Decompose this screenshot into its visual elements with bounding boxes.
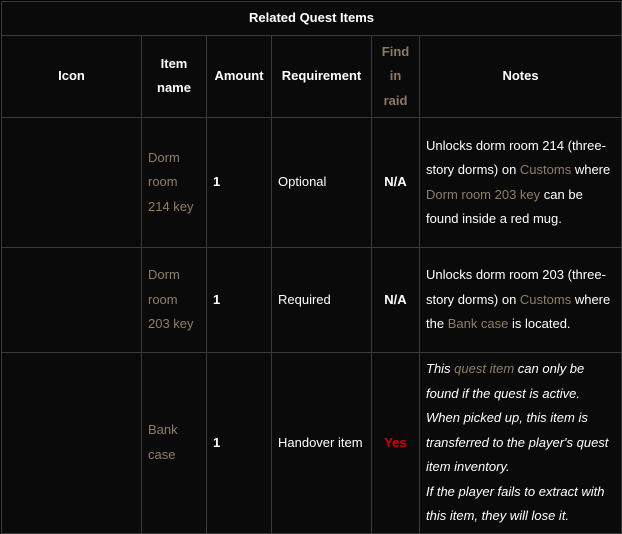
notes-text: This bbox=[426, 361, 455, 376]
requirement-cell: Optional bbox=[271, 117, 372, 248]
requirement-cell: Required bbox=[271, 247, 372, 353]
header-find-in-raid: Find in raid bbox=[371, 34, 420, 118]
table-row: Bank case 1 Handover item Yes This quest… bbox=[1, 352, 622, 534]
fir-cell: Yes bbox=[371, 352, 420, 534]
related-quest-items-table: Related Quest Items Icon Item name Amoun… bbox=[1, 1, 622, 534]
item-name-cell: Dorm room 203 key bbox=[141, 247, 207, 353]
item-name-cell: Dorm room 214 key bbox=[141, 117, 207, 248]
notes-text: If the player fails to extract with this… bbox=[426, 483, 605, 524]
notes-cell: Unlocks dorm room 214 (three-story dorms… bbox=[419, 117, 622, 248]
notes-text: can only be found if the quest is active… bbox=[426, 361, 609, 474]
item-icon-cell bbox=[1, 117, 142, 248]
header-amount: Amount bbox=[206, 34, 272, 118]
notes-text: is located. bbox=[508, 316, 571, 332]
header-requirement: Requirement bbox=[271, 34, 372, 118]
notes-cell: Unlocks dorm room 203 (three-story dorms… bbox=[419, 247, 622, 353]
item-icon-cell bbox=[1, 247, 142, 353]
dorm-room-203-key-link[interactable]: Dorm room 203 key bbox=[426, 187, 540, 202]
notes-text: where bbox=[571, 162, 611, 177]
header-icon: Icon bbox=[1, 34, 142, 118]
item-name-link[interactable]: Dorm room 214 key bbox=[148, 150, 194, 214]
notes-cell: This quest item can only be found if the… bbox=[419, 352, 622, 534]
bank-case-link[interactable]: Bank case bbox=[448, 316, 509, 331]
fir-cell: N/A bbox=[371, 117, 420, 248]
requirement-cell: Handover item bbox=[271, 352, 372, 534]
customs-link[interactable]: Customs bbox=[520, 162, 571, 177]
customs-link[interactable]: Customs bbox=[520, 292, 571, 307]
header-item-name: Item name bbox=[141, 34, 207, 118]
quest-item-link[interactable]: quest item bbox=[454, 361, 514, 376]
item-icon-cell bbox=[1, 352, 142, 534]
amount-cell: 1 bbox=[206, 247, 272, 353]
item-name-link[interactable]: Bank case bbox=[148, 422, 178, 462]
header-notes: Notes bbox=[419, 34, 622, 118]
item-name-cell: Bank case bbox=[141, 352, 207, 534]
table-caption: Related Quest Items bbox=[1, 1, 622, 36]
amount-cell: 1 bbox=[206, 352, 272, 534]
item-name-link[interactable]: Dorm room 203 key bbox=[148, 267, 194, 331]
table-row: Dorm room 214 key 1 Optional N/A Unlocks… bbox=[1, 117, 622, 248]
fir-cell: N/A bbox=[371, 247, 420, 353]
table-row: Dorm room 203 key 1 Required N/A Unlocks… bbox=[1, 247, 622, 353]
amount-cell: 1 bbox=[206, 117, 272, 248]
